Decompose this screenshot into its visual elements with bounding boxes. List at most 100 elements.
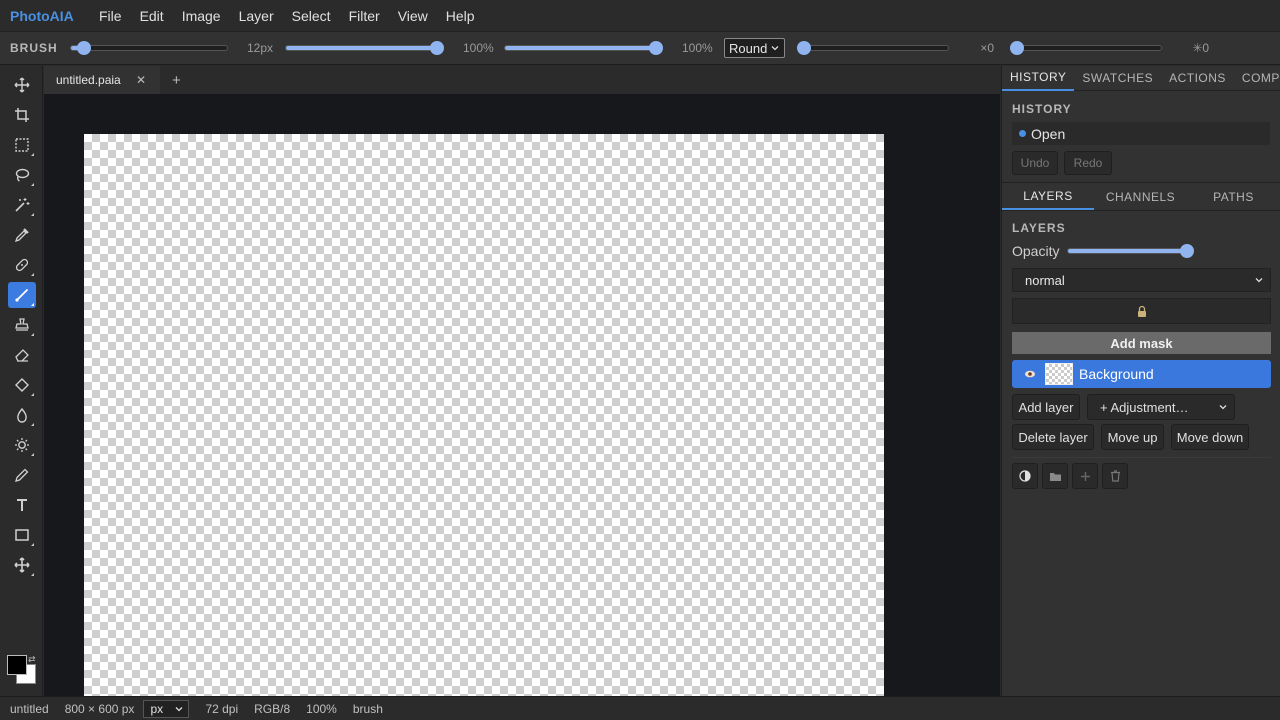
lasso-icon bbox=[15, 168, 30, 182]
close-icon[interactable]: ✕ bbox=[136, 73, 146, 87]
document-canvas[interactable] bbox=[84, 134, 884, 696]
brush-shape-select[interactable]: Round bbox=[724, 38, 786, 58]
tab-swatches[interactable]: SWATCHES bbox=[1074, 66, 1161, 91]
eye-icon[interactable] bbox=[1024, 368, 1036, 380]
add-mask-button[interactable]: Add mask bbox=[1012, 332, 1271, 354]
history-title: HISTORY bbox=[1012, 102, 1072, 116]
swap-colors-icon[interactable]: ⇄ bbox=[28, 654, 36, 665]
eraser-tool[interactable] bbox=[8, 342, 36, 368]
move-down-button[interactable]: Move down bbox=[1171, 424, 1249, 450]
droplet-icon bbox=[17, 407, 27, 423]
redo-button[interactable]: Redo bbox=[1064, 151, 1112, 175]
doc-tab-untitled[interactable]: untitled.paia ✕ bbox=[44, 66, 160, 94]
tab-history[interactable]: HISTORY bbox=[1002, 66, 1075, 91]
foreground-color-swatch[interactable] bbox=[7, 655, 27, 675]
brush-size-knob[interactable] bbox=[77, 41, 91, 55]
paint-bucket-icon bbox=[15, 378, 29, 392]
status-dpi: 72 dpi bbox=[205, 701, 239, 716]
brush-size-value: 12px bbox=[247, 41, 274, 55]
healing-tool[interactable] bbox=[8, 252, 36, 278]
chevron-down-icon bbox=[175, 706, 183, 711]
adjustment-select[interactable]: + Adjustment… bbox=[1087, 394, 1235, 420]
tab-channels[interactable]: CHANNELS bbox=[1094, 183, 1187, 210]
move-up-button[interactable]: Move up bbox=[1101, 424, 1164, 450]
app-logo: PhotoAIA bbox=[10, 7, 74, 24]
delete-icon-button[interactable] bbox=[1102, 463, 1128, 489]
unit-select[interactable]: px bbox=[143, 699, 190, 718]
opacity-value: 100% bbox=[463, 41, 494, 55]
new-group-button[interactable] bbox=[1042, 463, 1068, 489]
smoothing-knob[interactable] bbox=[797, 41, 812, 55]
stamp-icon bbox=[15, 318, 29, 331]
type-tool[interactable] bbox=[8, 492, 36, 518]
layer-opacity-knob[interactable] bbox=[1180, 244, 1194, 258]
adjustment-layer-button[interactable] bbox=[1012, 463, 1038, 489]
layer-actions-divider bbox=[1012, 457, 1271, 458]
new-layer-button[interactable] bbox=[1072, 463, 1098, 489]
tool-name-label: BRUSH bbox=[10, 41, 58, 55]
hand-tool[interactable] bbox=[8, 552, 36, 578]
trash-icon bbox=[1110, 470, 1120, 482]
canvas-viewport[interactable] bbox=[44, 94, 1000, 696]
layer-row[interactable]: Background bbox=[1012, 360, 1271, 388]
blend-mode-select[interactable]: normal bbox=[1012, 268, 1271, 292]
menu-layer[interactable]: Layer bbox=[230, 8, 283, 24]
move-tool[interactable] bbox=[8, 72, 36, 98]
marquee-icon bbox=[15, 138, 29, 152]
undo-button[interactable]: Undo bbox=[1012, 151, 1058, 175]
layer-opacity-slider[interactable] bbox=[1067, 244, 1194, 258]
brush-size-slider[interactable] bbox=[70, 41, 228, 55]
flow-knob[interactable] bbox=[649, 41, 663, 55]
chevron-down-icon bbox=[1255, 278, 1263, 283]
options-bar: BRUSH 12px 100% 100% Round ×0 ✳0 bbox=[0, 32, 1280, 65]
rectangle-icon bbox=[15, 529, 29, 541]
menu-filter[interactable]: Filter bbox=[340, 8, 389, 24]
opacity-knob[interactable] bbox=[430, 41, 444, 55]
brush-tool[interactable] bbox=[8, 282, 36, 308]
smoothing-value: ×0 bbox=[980, 41, 994, 55]
menu-help[interactable]: Help bbox=[437, 8, 484, 24]
status-bar: untitled 800 × 600 px px 72 dpi RGB/8 10… bbox=[0, 696, 1280, 720]
fill-tool[interactable] bbox=[8, 372, 36, 398]
menu-file[interactable]: File bbox=[90, 8, 131, 24]
document-tabs: untitled.paia ✕ + bbox=[44, 66, 1000, 94]
eyedropper-tool[interactable] bbox=[8, 222, 36, 248]
layers-title: LAYERS bbox=[1012, 221, 1066, 235]
marquee-tool[interactable] bbox=[8, 132, 36, 158]
shape-tool[interactable] bbox=[8, 522, 36, 548]
stamp-tool[interactable] bbox=[8, 312, 36, 338]
flow-slider[interactable] bbox=[504, 41, 663, 55]
menu-select[interactable]: Select bbox=[283, 8, 340, 24]
delete-layer-button[interactable]: Delete layer bbox=[1012, 424, 1094, 450]
spacing-slider[interactable] bbox=[1010, 41, 1163, 55]
unit-value: px bbox=[150, 701, 164, 716]
spacing-knob[interactable] bbox=[1010, 41, 1025, 55]
menu-image[interactable]: Image bbox=[173, 8, 230, 24]
menu-view[interactable]: View bbox=[389, 8, 437, 24]
pan-icon bbox=[14, 557, 30, 573]
tab-actions[interactable]: ACTIONS bbox=[1161, 66, 1234, 91]
history-entry-label: Open bbox=[1031, 125, 1066, 142]
lasso-tool[interactable] bbox=[8, 162, 36, 188]
menu-edit[interactable]: Edit bbox=[131, 8, 173, 24]
folder-icon bbox=[1049, 472, 1061, 481]
text-icon bbox=[17, 499, 27, 511]
blur-tool[interactable] bbox=[8, 402, 36, 428]
crop-tool[interactable] bbox=[8, 102, 36, 128]
crop-icon bbox=[15, 108, 29, 122]
add-layer-button[interactable]: Add layer bbox=[1012, 394, 1080, 420]
lock-layer-button[interactable] bbox=[1012, 298, 1271, 324]
tab-comps[interactable]: COMPS bbox=[1234, 66, 1280, 91]
dodge-tool[interactable] bbox=[8, 432, 36, 458]
tab-layers[interactable]: LAYERS bbox=[1002, 183, 1094, 210]
magic-wand-tool[interactable] bbox=[8, 192, 36, 218]
blend-mode-value: normal bbox=[1025, 272, 1065, 288]
status-tool: brush bbox=[352, 701, 383, 716]
pen-tool[interactable] bbox=[8, 462, 36, 488]
status-doc-name: untitled bbox=[10, 701, 49, 716]
opacity-slider[interactable] bbox=[285, 41, 444, 55]
smoothing-slider[interactable] bbox=[797, 41, 950, 55]
new-tab-button[interactable]: + bbox=[172, 72, 181, 89]
history-entry[interactable]: Open bbox=[1012, 122, 1270, 145]
tab-paths[interactable]: PATHS bbox=[1187, 183, 1280, 210]
